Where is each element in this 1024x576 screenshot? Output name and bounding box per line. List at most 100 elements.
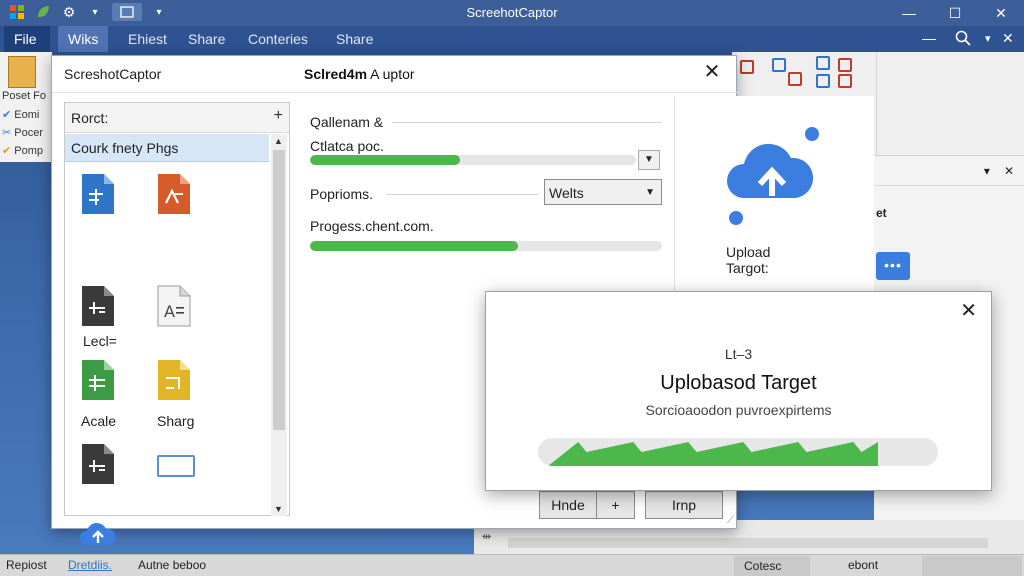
status-text: Repiost xyxy=(6,558,47,572)
import-button[interactable]: Irnp xyxy=(645,491,723,519)
status-bar: Repiost Dretdiis. Autne beboo Cotesc ebo… xyxy=(0,554,1024,576)
ribbon-item[interactable]: ✔ Pomp xyxy=(2,144,43,157)
close-icon[interactable]: ✕ xyxy=(978,0,1024,26)
popup-description: Sorcioaoodon puvroexpirtems xyxy=(645,402,832,418)
resize-grip-icon[interactable]: ⟋ xyxy=(727,515,734,526)
resize-icon[interactable]: ⇹ xyxy=(482,530,491,543)
vertical-scrollbar[interactable]: ▲ ▼ xyxy=(271,134,287,516)
rectangle-icon[interactable] xyxy=(157,455,195,477)
tab-ehiest[interactable]: Ehiest xyxy=(118,26,177,52)
dialog-app-title: ScreshotCaptor xyxy=(64,66,162,82)
dialog-buttons: Hnde + Irnp xyxy=(539,491,723,519)
doc-orange-icon[interactable] xyxy=(157,173,191,215)
divider xyxy=(392,122,662,123)
scrollbar-thumb[interactable] xyxy=(273,150,285,430)
tab-conteries[interactable]: Conteries xyxy=(238,26,318,52)
check-icon: ✔ xyxy=(2,145,12,157)
more-button[interactable]: ••• xyxy=(876,252,910,280)
status-text: ebont xyxy=(848,558,879,572)
ribbon-item[interactable]: ✔ Eomi xyxy=(2,108,39,121)
file-label: Sharg xyxy=(157,413,195,429)
field-label: Poprioms. xyxy=(310,186,374,202)
progress-bar-1 xyxy=(310,155,636,165)
tab-file[interactable]: File xyxy=(4,26,50,52)
divider xyxy=(876,52,877,156)
ribbon-item[interactable]: ✂ Pocer xyxy=(2,126,43,139)
chevron-down-icon[interactable]: ▾ xyxy=(984,164,990,178)
field-label: Qallenam & xyxy=(310,114,384,130)
ribbon-item[interactable]: Poset Fo xyxy=(2,90,46,102)
list-header-label: Rorct: xyxy=(71,110,109,126)
grid-icon[interactable] xyxy=(740,60,754,74)
ribbon-tabs: File Wiks Ehiest Share Conteries Share —… xyxy=(0,26,1024,52)
add-icon[interactable]: + xyxy=(274,107,283,125)
progress-fill xyxy=(310,155,460,165)
file-list-pane: Rorct: + Courk fnety Phgs Lecl= A Acale … xyxy=(64,102,290,545)
close-icon[interactable]: ✕ xyxy=(1004,164,1014,178)
tab-share[interactable]: Share xyxy=(178,26,235,52)
cloud-upload-icon[interactable] xyxy=(720,122,826,226)
window-title: ScreehotCaptor xyxy=(466,5,558,20)
progress-bar-2 xyxy=(310,241,662,251)
grid-icon[interactable] xyxy=(816,56,830,70)
grid-icon[interactable] xyxy=(788,72,802,86)
add-button[interactable]: + xyxy=(597,491,635,519)
grid-icon[interactable] xyxy=(772,58,786,72)
divider xyxy=(52,92,738,93)
divider xyxy=(386,194,538,195)
file-label: Lecl= xyxy=(83,333,117,349)
chevron-down-icon[interactable]: ▾ xyxy=(985,32,991,45)
popup-caption: Lt–3 xyxy=(724,346,753,362)
side-panel-header: ▾ ✕ xyxy=(874,156,1024,186)
list-item-label: Courk fnety Phgs xyxy=(71,140,179,156)
field-label: Ctlatca poc. xyxy=(310,138,384,154)
doc-dark-icon[interactable] xyxy=(81,443,115,485)
title-bar: ⚙ ▾ ▾ ScreehotCaptor — ☐ ✕ xyxy=(0,0,1024,26)
options-select[interactable]: Welts ▼ xyxy=(544,179,662,205)
minimize-icon[interactable]: — xyxy=(886,0,932,26)
close-icon[interactable]: ✕ xyxy=(1002,30,1014,47)
status-text: Autne beboo xyxy=(138,558,207,572)
maximize-icon[interactable]: ☐ xyxy=(932,0,978,26)
field-label: Progess.chent.com. xyxy=(310,218,434,234)
window-controls: — ☐ ✕ xyxy=(886,0,1024,26)
status-box[interactable] xyxy=(922,556,1022,576)
doc-blue-icon[interactable] xyxy=(81,173,115,215)
chevron-up-icon[interactable]: ▲ xyxy=(274,136,283,146)
tab-wiks[interactable]: Wiks xyxy=(58,26,109,52)
status-link[interactable]: Dretdiis. xyxy=(68,558,112,572)
chevron-down-icon: ▼ xyxy=(645,187,655,198)
close-icon[interactable]: ✕ xyxy=(960,298,977,323)
hide-button[interactable]: Hnde xyxy=(539,491,597,519)
list-item-selected[interactable]: Courk fnety Phgs xyxy=(65,134,269,162)
close-icon[interactable]: ✕ xyxy=(702,62,722,82)
file-label: Acale xyxy=(81,413,117,429)
list-header: Rorct: + xyxy=(65,103,289,133)
status-box[interactable]: Cotesc xyxy=(734,556,810,576)
doc-green-icon[interactable] xyxy=(81,359,115,401)
background-ribbon-left: Poset Fo ✔ Eomi ✂ Pocer ✔ Pomp xyxy=(0,52,52,162)
select-value: Welts xyxy=(549,185,584,201)
minimize-icon[interactable]: — xyxy=(922,30,936,46)
doc-dark-icon[interactable] xyxy=(81,285,115,327)
cloud-upload-icon[interactable] xyxy=(79,521,117,547)
horizontal-scrollbar[interactable] xyxy=(508,538,988,548)
search-icon[interactable] xyxy=(955,30,971,49)
grid-icon[interactable] xyxy=(838,74,852,88)
grid-icon[interactable] xyxy=(838,58,852,72)
progress-fill xyxy=(310,241,518,251)
paste-icon[interactable] xyxy=(8,56,36,88)
popup-title: Uplobasod Target xyxy=(660,372,817,394)
chevron-down-icon[interactable]: ▼ xyxy=(274,504,283,514)
doc-text-icon[interactable]: A xyxy=(157,285,191,327)
check-icon: ✔ xyxy=(2,109,12,121)
tab-share-2[interactable]: Share xyxy=(326,26,383,52)
grid-icon[interactable] xyxy=(816,74,830,88)
upload-progress-bar xyxy=(538,438,938,466)
svg-text:A: A xyxy=(164,302,175,321)
upload-popup: ✕ Lt–3 Uplobasod Target Sorcioaoodon puv… xyxy=(485,291,992,491)
chevron-down-icon[interactable]: ▼ xyxy=(638,150,660,170)
dialog-title: Sclred4m A uptor xyxy=(304,66,415,82)
doc-yellow-icon[interactable] xyxy=(157,359,191,401)
